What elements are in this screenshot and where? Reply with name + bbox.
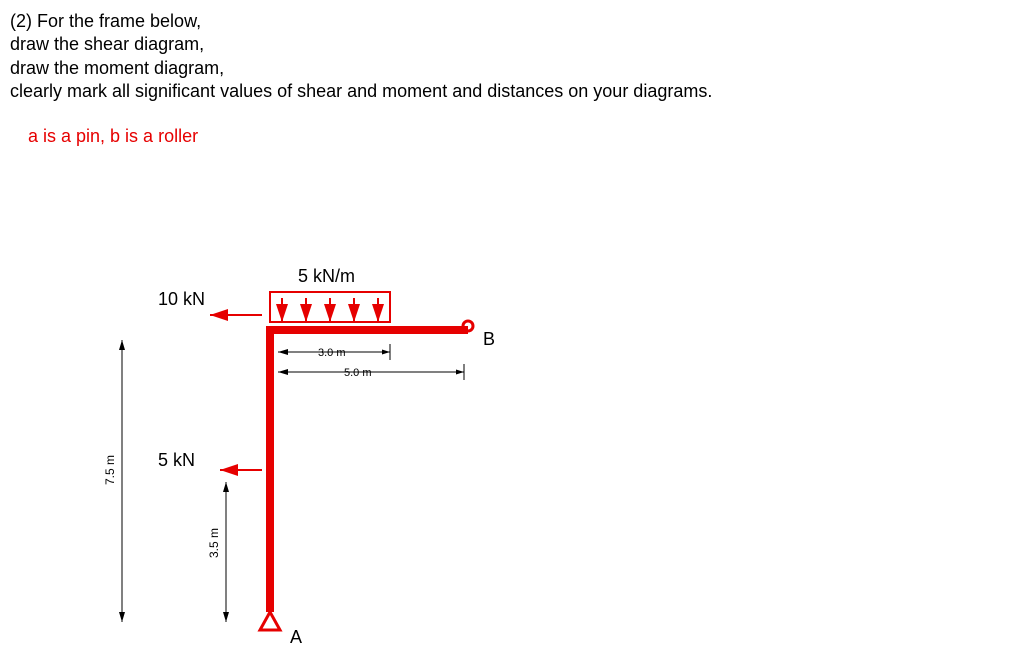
frame-diagram: A B 5 kN/m 10 kN 5 kN 7.5 m 3.5 m 3.0 m … xyxy=(110,250,610,640)
dim-3m-label: 3.0 m xyxy=(318,347,346,359)
problem-statement: (2) For the frame below, draw the shear … xyxy=(10,10,1014,104)
dim-5m-label: 5.0 m xyxy=(344,367,372,379)
pin-support-icon xyxy=(260,612,280,630)
point-a-label: A xyxy=(290,627,302,647)
support-note: a is a pin, b is a roller xyxy=(28,126,1014,147)
problem-line-1: (2) For the frame below, xyxy=(10,10,1014,33)
distributed-load-label: 5 kN/m xyxy=(298,266,355,286)
problem-line-4: clearly mark all significant values of s… xyxy=(10,80,1014,103)
force-10kn-label: 10 kN xyxy=(158,289,205,309)
distributed-load-arrows xyxy=(282,298,378,322)
frame-svg: A B 5 kN/m 10 kN 5 kN 7.5 m 3.5 m 3.0 m … xyxy=(110,250,610,650)
problem-line-2: draw the shear diagram, xyxy=(10,33,1014,56)
problem-line-3: draw the moment diagram, xyxy=(10,57,1014,80)
dim-3-5m-label: 3.5 m xyxy=(207,528,221,558)
point-b-label: B xyxy=(483,329,495,349)
dim-7-5m-label: 7.5 m xyxy=(103,455,117,485)
force-5kn-label: 5 kN xyxy=(158,450,195,470)
